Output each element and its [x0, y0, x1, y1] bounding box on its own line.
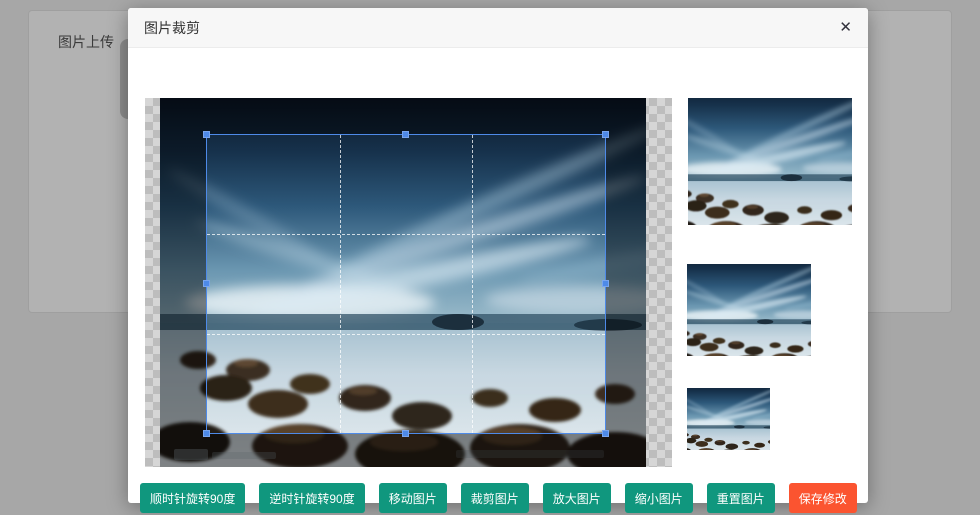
- crop-view: [207, 135, 605, 433]
- crop-handle-n[interactable]: [402, 131, 409, 138]
- button-reset-image[interactable]: 重置图片: [707, 483, 775, 513]
- crop-handle-w[interactable]: [203, 280, 210, 287]
- crop-canvas-area[interactable]: [145, 98, 672, 467]
- crop-preview-medium: [687, 264, 811, 356]
- button-zoom-out-image[interactable]: 缩小图片: [625, 483, 693, 513]
- crop-handle-nw[interactable]: [203, 131, 210, 138]
- crop-handle-ne[interactable]: [602, 131, 609, 138]
- button-crop-image[interactable]: 裁剪图片: [461, 483, 529, 513]
- crop-preview-large: [688, 98, 852, 225]
- close-icon[interactable]: ✕: [839, 8, 852, 48]
- dialog-title: 图片裁剪: [144, 20, 200, 36]
- crop-handle-e[interactable]: [602, 280, 609, 287]
- button-rotate-clockwise-90[interactable]: 顺时针旋转90度: [140, 483, 245, 513]
- crop-box[interactable]: [207, 135, 605, 433]
- crop-preview-small: [687, 388, 770, 450]
- button-save-changes[interactable]: 保存修改: [789, 483, 857, 513]
- crop-handle-s[interactable]: [402, 430, 409, 437]
- button-rotate-counterclockwise-90[interactable]: 逆时针旋转90度: [259, 483, 364, 513]
- crop-handle-se[interactable]: [602, 430, 609, 437]
- dialog-header: 图片裁剪 ✕: [128, 8, 868, 48]
- crop-handle-sw[interactable]: [203, 430, 210, 437]
- crop-dialog: 图片裁剪 ✕: [128, 8, 868, 503]
- button-zoom-in-image[interactable]: 放大图片: [543, 483, 611, 513]
- toolbar: 顺时针旋转90度逆时针旋转90度移动图片裁剪图片放大图片缩小图片重置图片保存修改: [140, 483, 857, 513]
- dialog-body: 顺时针旋转90度逆时针旋转90度移动图片裁剪图片放大图片缩小图片重置图片保存修改: [128, 48, 868, 503]
- button-move-image[interactable]: 移动图片: [379, 483, 447, 513]
